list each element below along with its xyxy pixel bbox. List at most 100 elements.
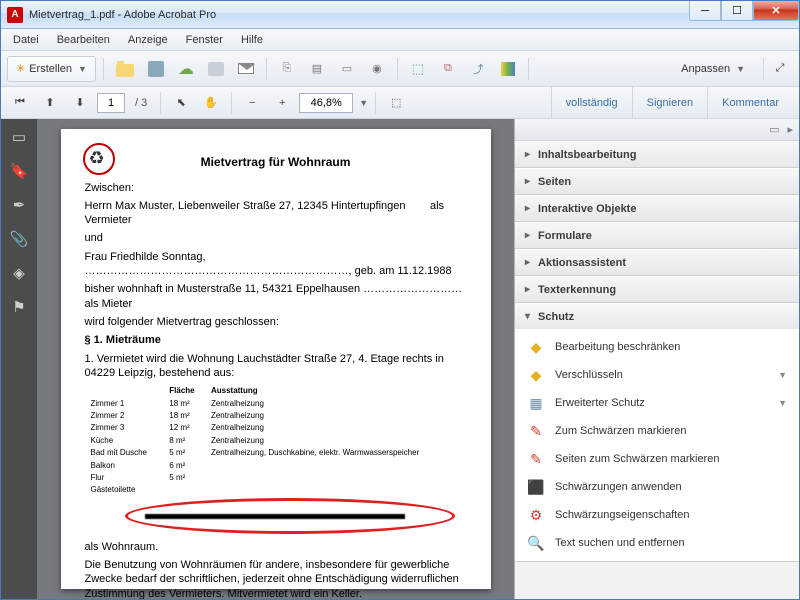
table-row: Gästetoilette xyxy=(87,485,465,495)
layers-icon[interactable]: ◈ xyxy=(9,263,29,283)
open-button[interactable] xyxy=(111,56,139,82)
item-icon: 🔍 xyxy=(527,534,545,552)
expand-button[interactable]: ⤢ xyxy=(767,56,793,82)
pages-button[interactable]: ▤ xyxy=(304,56,330,82)
marquee-zoom[interactable]: ⬚ xyxy=(383,90,409,116)
chevron-icon: ▸ xyxy=(525,284,530,295)
share-icon: ⤴ xyxy=(472,61,483,77)
highlight-button[interactable] xyxy=(495,56,521,82)
panel-item[interactable]: ⚙Schwärzungseigenschaften xyxy=(515,501,799,529)
panel-item[interactable]: ◆Bearbeitung beschränken xyxy=(515,333,799,361)
panel-item[interactable]: ✎Zum Schwärzen markieren xyxy=(515,417,799,445)
sign-link[interactable]: Signieren xyxy=(632,87,707,118)
panel-collapse-icon[interactable]: ▸ xyxy=(787,123,793,136)
app-icon: A xyxy=(7,7,23,23)
panel-menu-icon[interactable]: ▭ xyxy=(769,123,779,136)
media-button[interactable]: ◉ xyxy=(364,56,390,82)
tags-icon[interactable]: ⚑ xyxy=(9,297,29,317)
accordion-header[interactable]: ▸Aktionsassistent xyxy=(515,249,799,275)
form-button[interactable]: ▭ xyxy=(334,56,360,82)
menu-bearbeiten[interactable]: Bearbeiten xyxy=(49,32,118,48)
mail-button[interactable] xyxy=(233,56,259,82)
disk-icon xyxy=(148,61,164,77)
export-icon: ⎘ xyxy=(283,62,292,75)
menu-fenster[interactable]: Fenster xyxy=(178,32,231,48)
pages-icon: ▤ xyxy=(312,62,322,75)
select-tool[interactable]: ⬉ xyxy=(168,90,194,116)
right-panel: ▭ ▸ ▸Inhaltsbearbeitung▸Seiten▸Interakti… xyxy=(514,119,799,599)
table-row: Küche8 m²Zentralheizung xyxy=(87,436,465,446)
attachments-icon[interactable]: 📎 xyxy=(9,229,29,249)
maximize-button[interactable]: ☐ xyxy=(721,1,753,21)
rooms-table: FlächeAusstattung Zimmer 118 m²Zentralhe… xyxy=(85,384,467,498)
chevron-icon: ▾ xyxy=(525,311,530,322)
toolbar-primary: ✳ Erstellen ▼ ☁ ⎘ ▤ ▭ ◉ ⬚ ⧉ ⤴ Anpassen ▼… xyxy=(1,51,799,87)
cloud-icon: ☁ xyxy=(178,59,194,79)
item-icon: ⬛ xyxy=(527,478,545,496)
page-input[interactable] xyxy=(97,93,125,113)
zoom-input[interactable] xyxy=(299,93,353,113)
chevron-icon: ▸ xyxy=(525,176,530,187)
menu-anzeige[interactable]: Anzeige xyxy=(120,32,176,48)
signatures-icon[interactable]: ✒ xyxy=(9,195,29,215)
save-button[interactable] xyxy=(143,56,169,82)
accordion-header[interactable]: ▸Interaktive Objekte xyxy=(515,195,799,221)
chevron-icon: ▸ xyxy=(525,230,530,241)
item-icon: ◆ xyxy=(527,338,545,356)
menu-hilfe[interactable]: Hilfe xyxy=(233,32,271,48)
combine-icon: ⧉ xyxy=(444,62,452,75)
table-row: Zimmer 312 m²Zentralheizung xyxy=(87,423,465,433)
combine-button[interactable]: ⧉ xyxy=(435,56,461,82)
accordion-header[interactable]: ▸Seiten xyxy=(515,168,799,194)
first-page-button[interactable]: ⏮ xyxy=(7,90,33,116)
chevron-down-icon[interactable]: ▼ xyxy=(359,98,368,108)
menu-datei[interactable]: Datei xyxy=(5,32,47,48)
chevron-down-icon: ▼ xyxy=(736,64,745,74)
panel-item[interactable]: 🔍Text suchen und entfernen xyxy=(515,529,799,557)
panel-item[interactable]: ⬛Schwärzungen anwenden xyxy=(515,473,799,501)
create-icon: ✳ xyxy=(16,62,25,75)
panel-item[interactable]: ◆Verschlüsseln▼ xyxy=(515,361,799,389)
bookmarks-icon[interactable]: 🔖 xyxy=(9,161,29,181)
table-row: Bad mit Dusche5 m²Zentralheizung, Duschk… xyxy=(87,448,465,458)
export-button[interactable]: ⎘ xyxy=(274,56,300,82)
cloud-button[interactable]: ☁ xyxy=(173,56,199,82)
prev-page-button[interactable]: ⬆ xyxy=(37,90,63,116)
table-row: Zimmer 218 m²Zentralheizung xyxy=(87,411,465,421)
next-page-button[interactable]: ⬇ xyxy=(67,90,93,116)
thumbnails-icon[interactable]: ▭ xyxy=(9,127,29,147)
panel-toolbar: ▭ ▸ xyxy=(515,119,799,141)
media-icon: ◉ xyxy=(372,62,382,75)
zoom-out-button[interactable]: − xyxy=(239,90,265,116)
item-icon: ▦ xyxy=(527,394,545,412)
document-logo xyxy=(83,143,115,175)
chevron-down-icon[interactable]: ▼ xyxy=(778,398,787,408)
tools-link[interactable]: vollständig xyxy=(551,87,632,118)
close-button[interactable]: ✕ xyxy=(753,1,799,21)
highlight-icon xyxy=(501,62,515,76)
accordion-header[interactable]: ▸Texterkennung xyxy=(515,276,799,302)
chevron-down-icon[interactable]: ▼ xyxy=(778,370,787,380)
minimize-button[interactable]: ─ xyxy=(689,1,721,21)
edit-text-button[interactable]: ⬚ xyxy=(405,56,431,82)
panel-item[interactable]: ▦Erweiterter Schutz▼ xyxy=(515,389,799,417)
zoom-in-button[interactable]: + xyxy=(269,90,295,116)
accordion-header[interactable]: ▾Schutz xyxy=(515,303,799,329)
accordion-header[interactable]: ▸Inhaltsbearbeitung xyxy=(515,141,799,167)
edit-icon: ⬚ xyxy=(412,61,424,77)
mail-icon xyxy=(238,63,254,74)
expand-icon: ⤢ xyxy=(776,62,785,75)
item-icon: ⚙ xyxy=(527,506,545,524)
customize-button[interactable]: Anpassen ▼ xyxy=(672,56,754,82)
item-icon: ◆ xyxy=(527,366,545,384)
create-button[interactable]: ✳ Erstellen ▼ xyxy=(7,56,96,82)
red-oval-annotation xyxy=(125,498,455,534)
share-button[interactable]: ⤴ xyxy=(465,56,491,82)
accordion-header[interactable]: ▸Formulare xyxy=(515,222,799,248)
redaction-highlight xyxy=(85,502,467,538)
print-button[interactable] xyxy=(203,56,229,82)
panel-item[interactable]: ✎Seiten zum Schwärzen markieren xyxy=(515,445,799,473)
document-area[interactable]: Mietvertrag für Wohnraum Zwischen: Herrn… xyxy=(37,119,514,599)
hand-tool[interactable]: ✋ xyxy=(198,90,224,116)
comment-link[interactable]: Kommentar xyxy=(707,87,793,118)
